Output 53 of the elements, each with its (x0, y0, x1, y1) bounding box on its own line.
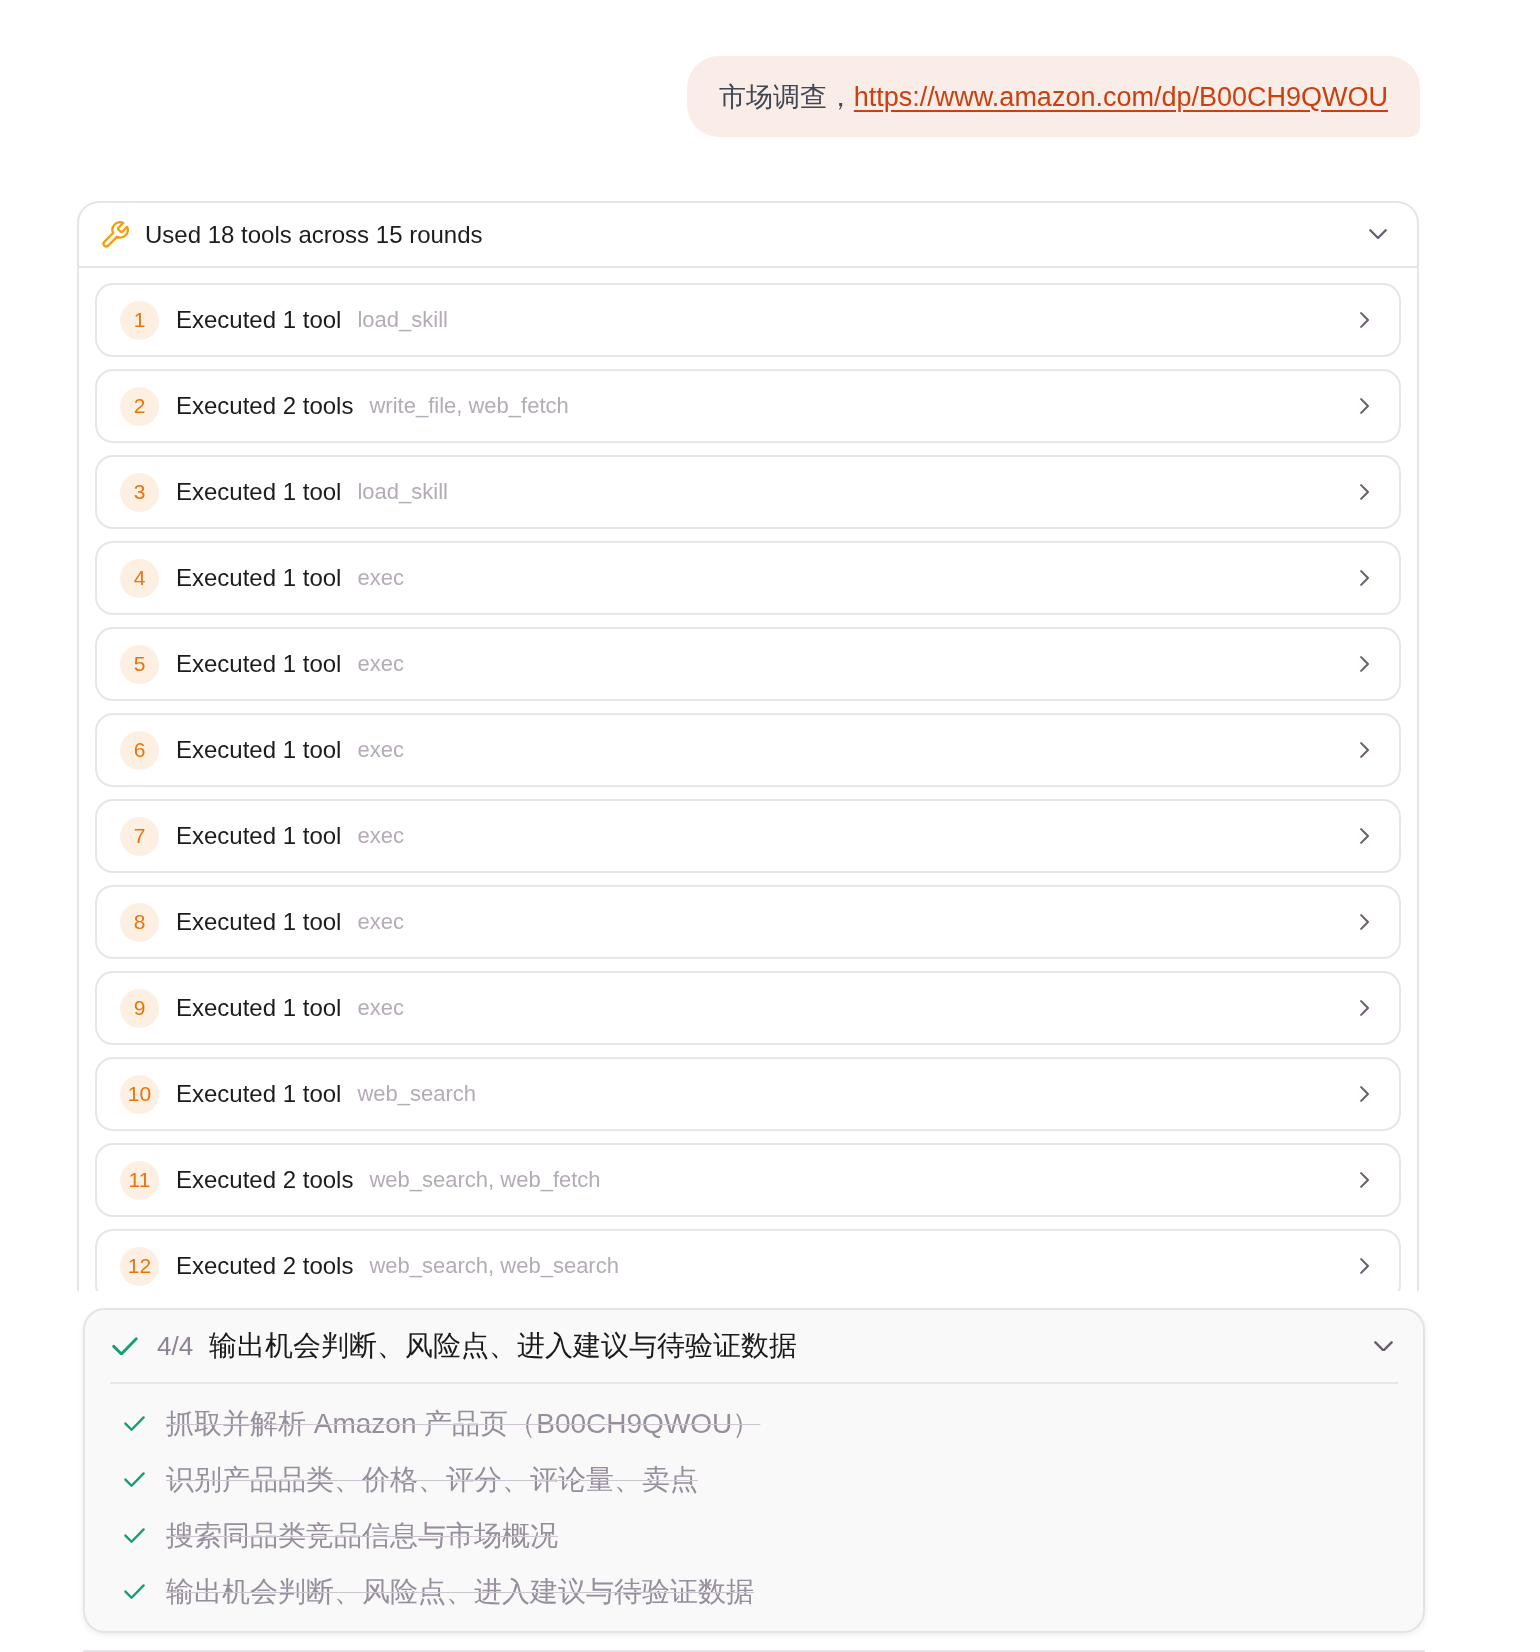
tool-names: load_skill (357, 479, 448, 505)
round-summary: Executed 1 tool (176, 908, 342, 936)
round-number-badge: 8 (120, 902, 159, 942)
tool-names: exec (357, 651, 404, 677)
tool-names: web_search, web_search (369, 1253, 619, 1279)
round-row[interactable]: 11 Executed 2 tools web_search, web_fetch (95, 1143, 1401, 1217)
round-summary: Executed 1 tool (176, 822, 342, 850)
round-summary: Executed 1 tool (176, 306, 342, 334)
round-number-badge: 11 (120, 1160, 159, 1200)
round-summary: Executed 2 tools (176, 1252, 354, 1280)
tool-names: exec (357, 565, 404, 591)
tool-names: exec (357, 995, 404, 1021)
round-summary: Executed 1 tool (176, 994, 342, 1022)
round-row[interactable]: 2 Executed 2 tools write_file, web_fetch (95, 369, 1401, 443)
round-row[interactable]: 4 Executed 1 tool exec (95, 541, 1401, 615)
round-number-badge: 2 (120, 386, 159, 426)
round-row[interactable]: 8 Executed 1 tool exec (95, 885, 1401, 959)
round-row[interactable]: 7 Executed 1 tool exec (95, 799, 1401, 873)
todo-toggle[interactable]: 4/4 输出机会判断、风险点、进入建议与待验证数据 (85, 1310, 1423, 1382)
round-number-badge: 1 (120, 300, 159, 340)
round-row[interactable]: 9 Executed 1 tool exec (95, 971, 1401, 1045)
tool-names: load_skill (357, 307, 448, 333)
round-number-badge: 10 (120, 1074, 159, 1114)
tool-names: exec (357, 737, 404, 763)
round-summary: Executed 2 tools (176, 1166, 354, 1194)
round-row[interactable]: 12 Executed 2 tools web_search, web_search (95, 1229, 1401, 1291)
round-number-badge: 9 (120, 988, 159, 1028)
round-number-badge: 12 (120, 1246, 159, 1286)
wrench-icon (101, 220, 129, 249)
round-number-badge: 5 (120, 644, 159, 684)
tool-names: exec (357, 909, 404, 935)
product-link[interactable]: https://www.amazon.com/dp/B00CH9QWOU (853, 81, 1388, 112)
round-summary: Executed 1 tool (176, 564, 342, 592)
tool-names: exec (357, 823, 404, 849)
round-row[interactable]: 10 Executed 1 tool web_search (95, 1057, 1401, 1131)
round-summary: Executed 1 tool (176, 478, 342, 506)
round-number-badge: 3 (120, 472, 159, 512)
round-number-badge: 4 (120, 558, 159, 598)
round-summary: Executed 1 tool (176, 650, 342, 678)
round-row[interactable]: 3 Executed 1 tool load_skill (95, 455, 1401, 529)
round-number-badge: 7 (120, 816, 159, 856)
round-row[interactable]: 6 Executed 1 tool exec (95, 713, 1401, 787)
tool-names: write_file, web_fetch (369, 393, 569, 419)
tool-names: web_search (357, 1081, 477, 1107)
tool-names: web_search, web_fetch (369, 1167, 601, 1193)
round-summary: Executed 1 tool (176, 736, 342, 764)
round-summary: Executed 1 tool (176, 1080, 342, 1108)
user-message: 市场调查，https://www.amazon.com/dp/B00CH9QWOU (718, 80, 1388, 114)
round-row[interactable]: 1 Executed 1 tool load_skill (95, 283, 1401, 357)
round-summary: Executed 2 tools (176, 392, 354, 420)
tool-summary-toggle[interactable]: Used 18 tools across 15 rounds (79, 203, 1417, 268)
round-row[interactable]: 5 Executed 1 tool exec (95, 627, 1401, 701)
round-number-badge: 6 (120, 730, 159, 770)
